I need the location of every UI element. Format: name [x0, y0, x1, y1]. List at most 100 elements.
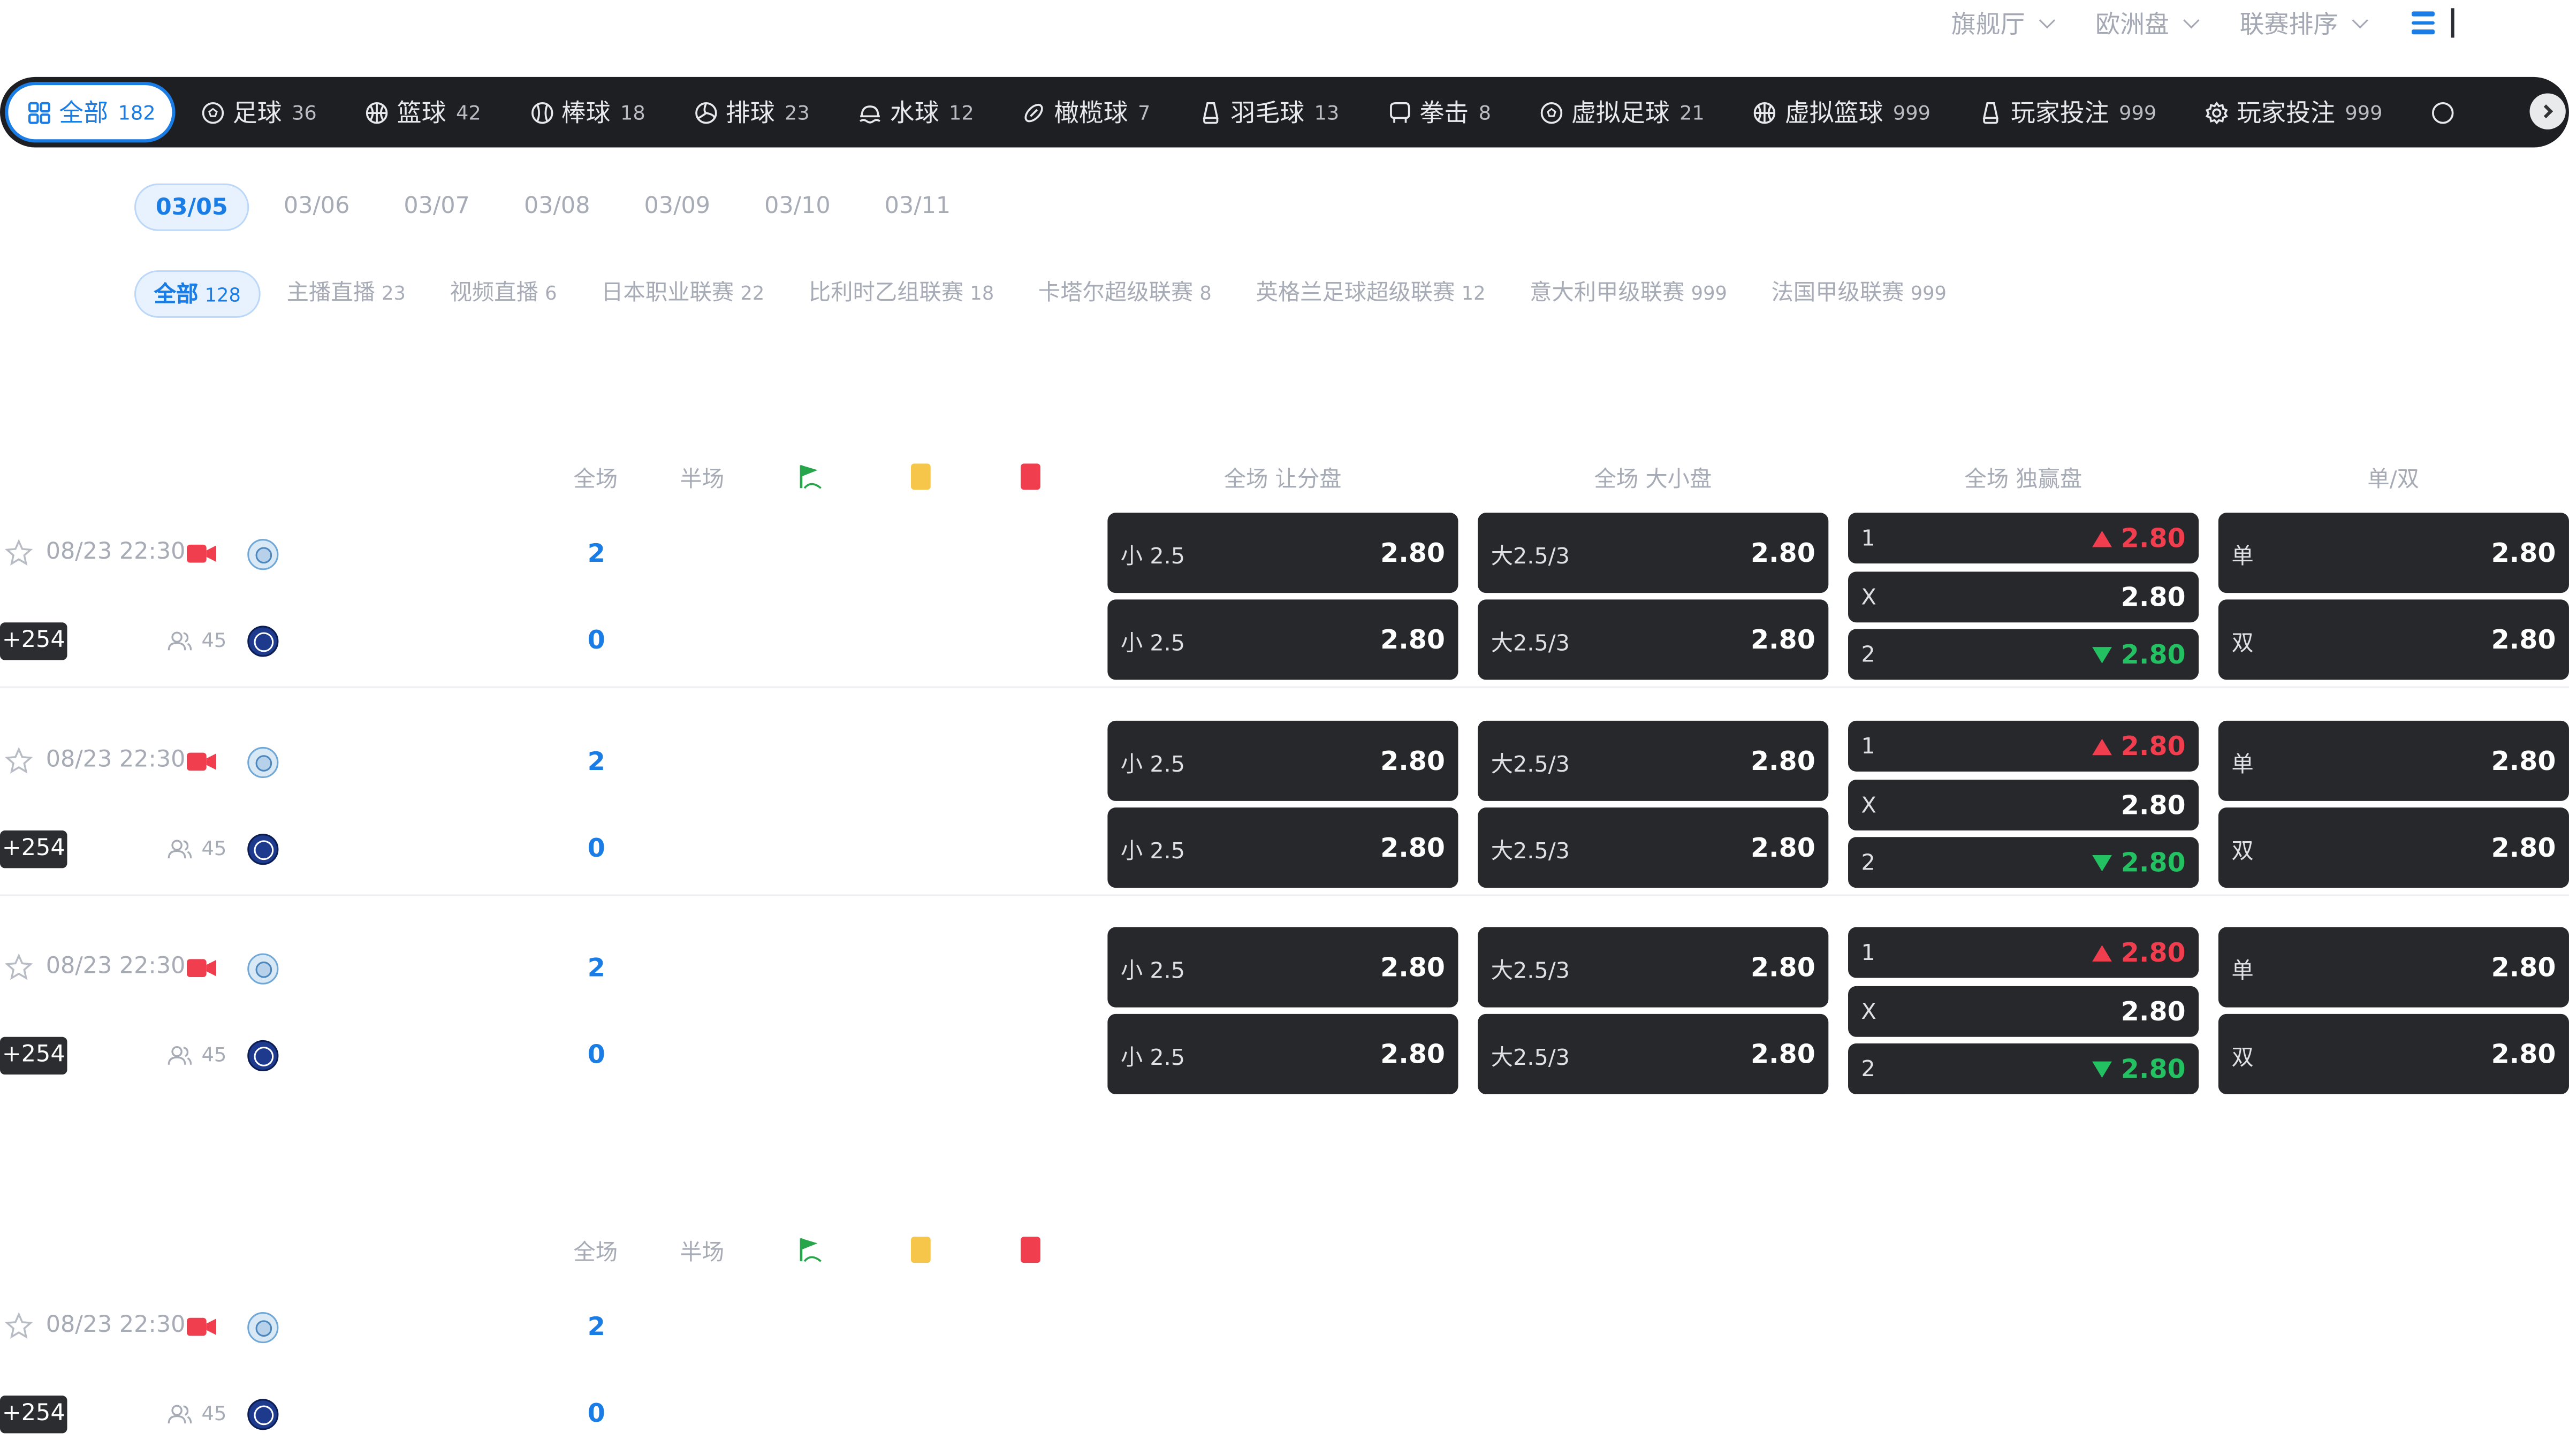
star-icon[interactable] — [5, 746, 33, 775]
odds-label: 小 2.5 — [1120, 751, 1185, 777]
odds-label: 大2.5/3 — [1491, 543, 1570, 569]
users-icon — [168, 1404, 192, 1423]
live-video-icon[interactable] — [186, 752, 217, 772]
date-tab[interactable]: 03/11 — [865, 184, 970, 231]
col-oddeven: 单/双 — [2367, 467, 2420, 493]
sport-tab-volleyball[interactable]: 排球 23 — [672, 82, 833, 142]
league-tab-label: 英格兰足球超级联赛 — [1256, 280, 1455, 307]
league-tab[interactable]: 意大利甲级联赛 999 — [1511, 270, 1745, 318]
league-tab[interactable]: 主播直播 23 — [269, 270, 424, 318]
odds-value-up: 2.80 — [2091, 730, 2186, 761]
sport-tab-count: 999 — [2345, 101, 2383, 124]
oddeven-odds-button[interactable]: 单 2.80 — [2218, 927, 2569, 1008]
sport-tab-soccer[interactable]: 足球 36 — [179, 82, 340, 142]
moneyline-odds-button[interactable]: 1 2.80 — [1848, 720, 2199, 772]
grid-icon — [28, 101, 51, 124]
handicap-odds-button[interactable]: 小 2.5 2.80 — [1107, 927, 1458, 1008]
handicap-odds-button[interactable]: 小 2.5 2.80 — [1107, 807, 1458, 888]
oddeven-odds-button[interactable]: 单 2.80 — [2218, 513, 2569, 593]
moneyline-odds-button[interactable]: 2 2.80 — [1848, 629, 2199, 680]
odds-value: 2.80 — [1380, 951, 1445, 983]
oddeven-odds-button[interactable]: 双 2.80 — [2218, 1013, 2569, 1094]
sport-tab-player-bets-2[interactable]: 玩家投注 999 — [2183, 82, 2405, 142]
date-tab[interactable]: 03/09 — [625, 184, 730, 231]
live-video-icon[interactable] — [186, 1317, 217, 1337]
list-menu-icon[interactable] — [2412, 12, 2435, 34]
odds-format-select[interactable]: 欧洲盘 — [2095, 6, 2200, 40]
odds-label: 小 2.5 — [1120, 543, 1185, 569]
sport-tab-label: 虚拟篮球 — [1784, 98, 1883, 128]
league-tab-all[interactable]: 全部 128 — [134, 270, 261, 318]
moneyline-odds-button[interactable]: 2 2.80 — [1848, 1043, 2199, 1094]
overunder-odds-button[interactable]: 大2.5/3 2.80 — [1478, 807, 1829, 888]
league-tab[interactable]: 卡塔尔超级联赛 8 — [1020, 270, 1229, 318]
sport-tab-boxing[interactable]: 拳击 8 — [1365, 82, 1514, 142]
star-icon[interactable] — [5, 539, 33, 567]
scroll-right-button[interactable] — [2529, 93, 2566, 129]
odds-value: 2.80 — [1750, 745, 1815, 777]
moneyline-odds-button[interactable]: X 2.80 — [1848, 986, 2199, 1037]
match-row: 08/23 22:30 2 +254 45 0 小 2.5 2.80 小 2.5 2… — [0, 926, 2569, 1103]
moneyline-odds-button[interactable]: 1 2.80 — [1848, 513, 2199, 564]
overunder-odds-button[interactable]: 大2.5/3 2.80 — [1478, 720, 1829, 801]
moneyline-odds-button[interactable]: X 2.80 — [1848, 571, 2199, 623]
handicap-odds-button[interactable]: 小 2.5 2.80 — [1107, 599, 1458, 680]
odds-label: 2 — [1861, 849, 1875, 876]
sport-tab-badminton[interactable]: 羽毛球 13 — [1176, 82, 1362, 142]
sport-tab-waterpolo[interactable]: 水球 12 — [836, 82, 997, 142]
star-icon[interactable] — [5, 1312, 33, 1340]
oddeven-odds-button[interactable]: 双 2.80 — [2218, 599, 2569, 680]
column-header: 全场 半场 全场 让分盘 全场 大小盘 全场 独赢盘 单/双 — [0, 460, 2569, 493]
league-sort-select[interactable]: 联赛排序 — [2240, 6, 2368, 40]
more-markets-button[interactable]: +254 — [0, 622, 67, 660]
league-tab[interactable]: 法国甲级联赛 999 — [1753, 270, 1965, 318]
chevron-down-icon — [2183, 11, 2200, 28]
sport-tab-baseball[interactable]: 棒球 18 — [507, 82, 668, 142]
overunder-odds-button[interactable]: 大2.5/3 2.80 — [1478, 513, 1829, 593]
handicap-odds-button[interactable]: 小 2.5 2.80 — [1107, 720, 1458, 801]
odds-label: 小 2.5 — [1120, 837, 1185, 864]
date-tab[interactable]: 03/07 — [384, 184, 490, 231]
chevron-right-icon — [2539, 104, 2553, 119]
league-tab[interactable]: 比利时乙组联赛 18 — [791, 270, 1012, 318]
live-video-icon[interactable] — [186, 544, 217, 563]
overunder-odds-button[interactable]: 大2.5/3 2.80 — [1478, 1013, 1829, 1094]
more-markets-button[interactable]: +254 — [0, 830, 67, 868]
sport-tab-virtual-basketball[interactable]: 虚拟篮球 999 — [1731, 82, 1954, 142]
sport-tab-basketball[interactable]: 篮球 42 — [343, 82, 504, 142]
odds-value: 2.80 — [1380, 745, 1445, 777]
odds-value: 2.80 — [1750, 951, 1815, 983]
sport-tab-all[interactable]: 全部 182 — [5, 82, 176, 143]
sport-tab-player-bets[interactable]: 玩家投注 999 — [1957, 82, 2179, 142]
sport-tab-partial[interactable] — [2408, 82, 2486, 142]
sport-tab-virtual-soccer[interactable]: 虚拟足球 21 — [1517, 82, 1728, 142]
date-tab[interactable]: 03/10 — [744, 184, 850, 231]
more-markets-button[interactable]: +254 — [0, 1396, 67, 1434]
overunder-odds-button[interactable]: 大2.5/3 2.80 — [1478, 599, 1829, 680]
overunder-odds-button[interactable]: 大2.5/3 2.80 — [1478, 927, 1829, 1008]
live-video-icon[interactable] — [186, 958, 217, 978]
boxing-icon — [1388, 101, 1411, 124]
handicap-odds-button[interactable]: 小 2.5 2.80 — [1107, 513, 1458, 593]
handicap-odds-button[interactable]: 小 2.5 2.80 — [1107, 1013, 1458, 1094]
viewer-count-value: 45 — [201, 1402, 227, 1425]
league-tab[interactable]: 视频直播 6 — [432, 270, 575, 318]
date-tab[interactable]: 03/05 — [134, 183, 249, 231]
star-icon[interactable] — [5, 953, 33, 981]
oddeven-odds-button[interactable]: 单 2.80 — [2218, 720, 2569, 801]
moneyline-odds-button[interactable]: 1 2.80 — [1848, 927, 2199, 978]
sport-tab-rugby[interactable]: 橄榄球 7 — [1000, 82, 1173, 142]
hall-select[interactable]: 旗舰厅 — [1951, 6, 2056, 40]
date-tab[interactable]: 03/06 — [264, 184, 369, 231]
league-tab-label: 比利时乙组联赛 — [808, 280, 964, 307]
oddeven-odds-button[interactable]: 双 2.80 — [2218, 807, 2569, 888]
more-markets-button[interactable]: +254 — [0, 1036, 67, 1075]
yellow-card-icon — [911, 463, 931, 490]
odds-label: 2 — [1861, 1055, 1875, 1082]
odds-label: 大2.5/3 — [1491, 957, 1570, 984]
moneyline-odds-button[interactable]: X 2.80 — [1848, 780, 2199, 831]
moneyline-odds-button[interactable]: 2 2.80 — [1848, 837, 2199, 888]
league-tab[interactable]: 日本职业联赛 22 — [583, 270, 782, 318]
date-tab[interactable]: 03/08 — [504, 184, 610, 231]
league-tab[interactable]: 英格兰足球超级联赛 12 — [1238, 270, 1503, 318]
